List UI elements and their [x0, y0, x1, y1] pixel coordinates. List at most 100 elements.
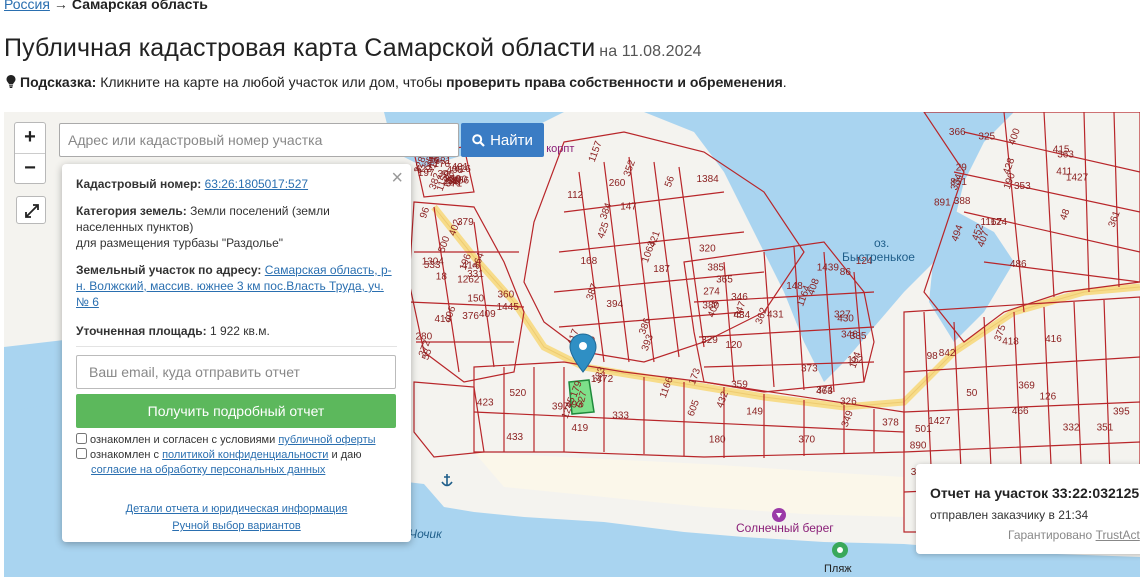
details-link[interactable]: Детали отчета и юридическая информация [126, 503, 348, 515]
zoom-out-button[interactable]: − [15, 153, 45, 183]
email-field[interactable] [76, 355, 396, 389]
plot-number-label[interactable]: 393 [640, 333, 656, 353]
offer-link[interactable]: публичной оферты [278, 434, 375, 446]
privacy-link[interactable]: политикой конфиденциальности [162, 449, 328, 461]
plot-number-label[interactable]: 533 [424, 260, 441, 271]
plot-number-label[interactable]: 147 [620, 202, 637, 213]
plot-number-label[interactable]: 360 [498, 289, 515, 300]
plot-number-label[interactable]: 890 [910, 440, 927, 451]
plot-number-label[interactable]: 187 [653, 264, 670, 275]
plot-number-label[interactable]: 120 [725, 340, 742, 351]
plot-number-label[interactable]: 378 [882, 418, 899, 429]
plot-number-label[interactable]: 520 [510, 388, 527, 399]
plot-number-label[interactable]: 433 [506, 432, 523, 443]
zoom-in-button[interactable]: + [15, 123, 45, 153]
plot-number-label[interactable]: 1157 [587, 139, 605, 163]
plot-number-label[interactable]: 891 [934, 198, 951, 209]
beach-poi-icon[interactable] [832, 542, 848, 558]
plot-number-label[interactable]: 327 [834, 310, 851, 321]
plot-number-label[interactable]: 401 [452, 162, 469, 173]
plot-number-label[interactable]: 18 [436, 272, 448, 283]
cadastral-number-link[interactable]: 63:26:1805017:527 [205, 177, 308, 191]
plot-number-label[interactable]: 385 [707, 263, 724, 274]
plot-number-label[interactable]: 370 [798, 434, 815, 445]
privacy-checkbox[interactable] [76, 448, 87, 459]
plot-number-label[interactable]: 486 [1010, 259, 1027, 270]
plot-number-label[interactable]: 280 [416, 332, 433, 343]
plot-number-label[interactable]: 395 [1113, 406, 1130, 417]
plot-number-label[interactable]: 150 [467, 293, 484, 304]
plot-number-label[interactable]: 274 [703, 286, 720, 297]
plot-number-label[interactable]: 605 [686, 398, 702, 418]
plot-number-label[interactable]: 329 [701, 335, 718, 346]
plot-number-label[interactable]: 419 [572, 423, 589, 434]
fullscreen-button[interactable] [16, 196, 46, 224]
plot-number-label[interactable]: 353 [1014, 181, 1031, 192]
plot-number-label[interactable]: 373 [801, 364, 818, 375]
manual-selection-link[interactable]: Ручной выбор вариантов [172, 520, 300, 532]
plot-number-label[interactable]: 1472 [591, 374, 614, 385]
offer-checkbox[interactable] [76, 433, 87, 444]
plot-number-label[interactable]: 320 [699, 243, 716, 254]
plot-number-label[interactable]: 326 [840, 397, 857, 408]
plot-number-label[interactable]: 149 [746, 406, 763, 417]
personal-data-link[interactable]: согласие на обработку персональных данны… [91, 464, 325, 476]
plot-number-label[interactable]: 56 [663, 174, 677, 189]
plot-number-label[interactable]: 50 [966, 388, 978, 399]
plot-number-label[interactable]: 112 [567, 190, 583, 201]
plot-number-label[interactable]: 352 [622, 158, 638, 178]
plot-number-label[interactable]: 394 [606, 299, 623, 310]
plot-number-label[interactable]: 842 [939, 348, 956, 359]
plot-number-label[interactable]: 349 [840, 409, 856, 429]
plot-number-label[interactable]: 48 [1058, 207, 1072, 222]
plot-number-label[interactable]: 96 [418, 205, 432, 220]
plot-number-label[interactable]: 260 [609, 178, 626, 189]
plot-number-label[interactable]: 369 [1018, 381, 1035, 392]
plot-number-label[interactable]: 416 [1045, 334, 1062, 345]
plot-number-label[interactable]: 366 [949, 127, 966, 138]
plot-number-label[interactable]: 384 [598, 201, 614, 221]
get-report-button[interactable]: Получить подробный отчет [76, 394, 396, 428]
plot-number-label[interactable]: 197 [418, 168, 435, 179]
plot-number-label[interactable]: 1384 [697, 174, 720, 185]
plot-number-label[interactable]: 418 [1002, 337, 1019, 348]
plot-number-label[interactable]: 1439 [817, 262, 840, 273]
search-button[interactable]: Найти [461, 123, 544, 157]
plot-number-label[interactable]: 351 [1097, 423, 1114, 434]
plot-number-label[interactable]: 387 [585, 282, 601, 302]
plot-number-label[interactable]: 1445 [497, 302, 520, 313]
plot-number-label[interactable]: 335 [850, 331, 867, 342]
plot-number-label[interactable]: 423 [477, 398, 494, 409]
plot-number-label[interactable]: 388 [954, 196, 971, 207]
plot-number-label[interactable]: 463 [816, 386, 833, 397]
plot-number-label[interactable]: 1427 [1066, 172, 1089, 183]
plot-number-label[interactable]: 376 [462, 311, 479, 322]
plot-number-label[interactable]: 346 [731, 292, 748, 303]
plot-number-label[interactable]: 126 [1040, 392, 1057, 403]
plot-number-label[interactable]: 98 [927, 351, 939, 362]
plot-number-label[interactable]: 400 [1007, 127, 1023, 147]
plot-number-label[interactable]: 1262 [457, 274, 480, 285]
plot-number-label[interactable]: 851 [950, 177, 967, 188]
plot-number-label[interactable]: 100 [451, 174, 468, 185]
plot-number-label[interactable]: 406 [442, 304, 458, 324]
plot-number-label[interactable]: 431 [767, 309, 784, 320]
breadcrumb-root-link[interactable]: Россия [4, 0, 50, 12]
plot-number-label[interactable]: 168 [581, 256, 598, 267]
plot-number-label[interactable]: 380 [702, 301, 719, 312]
plot-number-label[interactable]: 55 [420, 347, 434, 362]
plot-number-label[interactable]: 409 [479, 309, 496, 320]
search-input[interactable] [59, 123, 459, 157]
plot-number-label[interactable]: 361 [1107, 209, 1123, 229]
trustact-link[interactable]: TrustAct [1096, 528, 1140, 542]
plot-number-label[interactable]: 332 [1063, 422, 1080, 433]
plot-number-label[interactable]: 363 [1057, 150, 1074, 161]
shore-poi-icon[interactable] [772, 508, 786, 522]
plot-number-label[interactable]: 333 [612, 411, 629, 422]
plot-number-label[interactable]: 180 [709, 434, 726, 445]
plot-number-label[interactable]: 379 [457, 217, 474, 228]
plot-number-label[interactable]: 466 [1012, 406, 1029, 417]
plot-number-label[interactable]: 325 [978, 132, 995, 143]
plot-number-label[interactable]: 29 [956, 162, 968, 173]
plot-number-label[interactable]: 1427 [928, 416, 951, 427]
